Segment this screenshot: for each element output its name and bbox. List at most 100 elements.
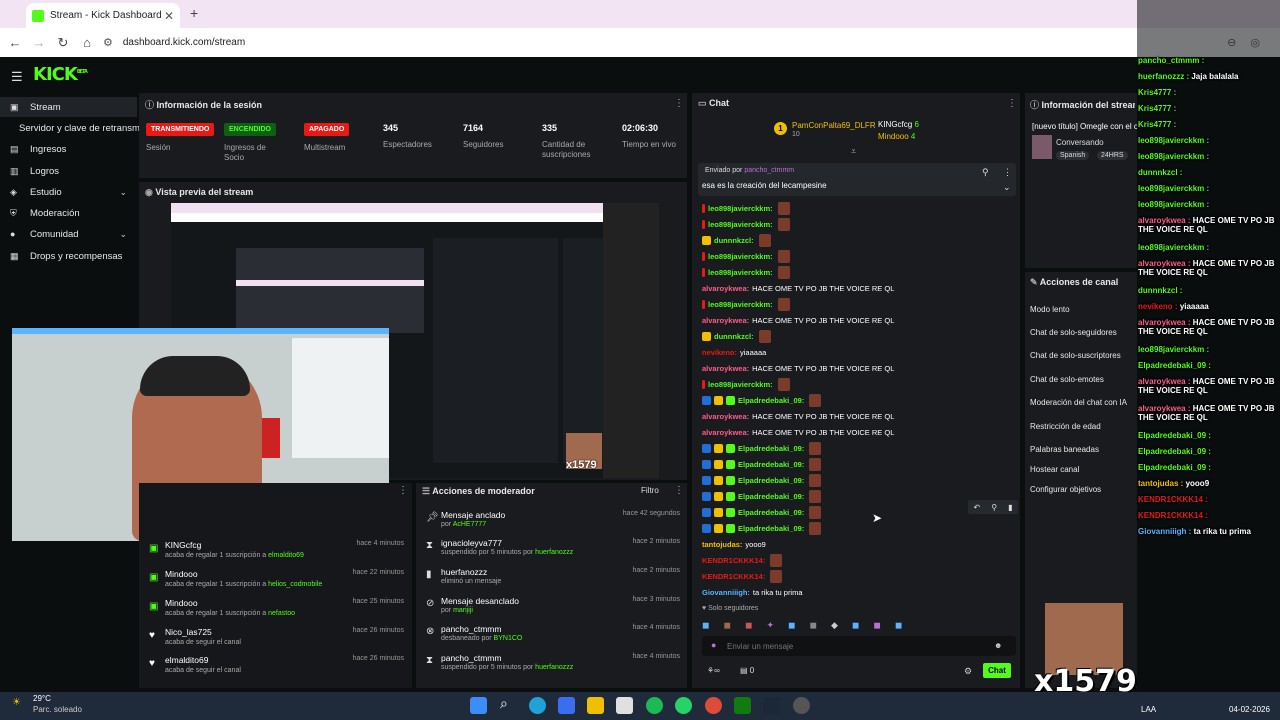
activity-target[interactable]: helios_codmobile <box>268 581 322 588</box>
chat-username[interactable]: alvaroykwea: <box>702 364 749 373</box>
whatsapp-icon[interactable] <box>675 697 692 714</box>
category-name[interactable]: Conversando <box>1056 138 1104 147</box>
browser-tab[interactable]: Stream - Kick Dashboard ✕ <box>26 3 180 28</box>
collapse-icon[interactable]: ⩡ <box>851 146 856 157</box>
chat-username[interactable]: KENDR1CKKK14: <box>702 572 765 581</box>
chat-menu-icon[interactable]: ⋮ <box>1007 98 1017 109</box>
xbox-icon[interactable] <box>734 697 751 714</box>
obs-icon[interactable] <box>793 697 810 714</box>
activity-user[interactable]: KINGcfcg <box>165 540 201 550</box>
filter-button[interactable]: Filtro <box>641 486 659 495</box>
chat-input[interactable] <box>727 640 967 652</box>
emoji-icon[interactable]: ☻ <box>994 641 1002 650</box>
chat-username[interactable]: Elpadredebaki_09: <box>738 444 804 453</box>
delete-icon[interactable]: ▮ <box>1008 503 1012 512</box>
chat-username[interactable]: leo898javierckkm: <box>708 252 773 261</box>
tag-spanish[interactable]: Spanish <box>1056 151 1090 160</box>
menu-icon[interactable]: ☰ <box>11 69 23 85</box>
chrome-icon[interactable] <box>705 697 722 714</box>
start-icon[interactable] <box>470 697 487 714</box>
home-icon[interactable]: ⌂ <box>75 35 99 50</box>
activity-menu-icon[interactable]: ⋮ <box>398 485 408 496</box>
kick-logo[interactable]: KICKBETA <box>33 64 88 85</box>
chat-username[interactable]: nevikeno: <box>702 348 737 357</box>
leader-1-name[interactable]: PamConPalta69_DLFR <box>792 121 876 130</box>
leader-2[interactable]: KINGcfcg 6 <box>878 120 919 129</box>
sidebar-item-ingresos[interactable]: ▤ Ingresos <box>0 139 137 159</box>
sidebar-item-drops[interactable]: ▦ Drops y recompensas <box>0 246 137 266</box>
explorer-icon[interactable] <box>587 697 604 714</box>
date[interactable]: 04-02-2026 <box>1229 705 1270 714</box>
mod-action-target[interactable]: BYN1CO <box>494 635 523 642</box>
emote-icon[interactable]: ◆ <box>831 620 838 631</box>
mod-action-target[interactable]: AcHE7777 <box>453 521 486 528</box>
chat-username[interactable]: alvaroykwea: <box>702 316 749 325</box>
mod-action-name[interactable]: ignacioleyva777 <box>441 538 502 548</box>
language-indicator[interactable]: LAA <box>1141 705 1156 714</box>
sidebar-item-estudio[interactable]: ◈ Estudio ⌄ <box>0 182 137 202</box>
emote-icon[interactable]: ◼ <box>873 620 880 631</box>
mod-action-target[interactable]: marijiji <box>453 607 473 614</box>
reload-icon[interactable]: ↻ <box>51 35 75 51</box>
pin-message-icon[interactable]: ⚲ <box>991 503 997 512</box>
emote-icon[interactable]: ◼ <box>809 620 816 631</box>
session-menu-icon[interactable]: ⋮ <box>674 98 684 109</box>
reply-icon[interactable]: ↶ <box>974 503 981 512</box>
search-icon[interactable]: ⌕ <box>500 695 508 712</box>
leader-3[interactable]: Mindooo 4 <box>878 132 915 141</box>
activity-target[interactable]: nefastoo <box>268 610 295 617</box>
emote-icon[interactable]: ✦ <box>766 620 774 631</box>
stream-title[interactable]: [nuevo título] Omegle con el chat <box>1032 122 1137 131</box>
send-chat-button[interactable]: Chat <box>983 663 1011 678</box>
weather-desc[interactable]: Parc. soleado <box>33 705 82 714</box>
chat-username[interactable]: Giovanniiigh: <box>702 588 750 597</box>
chat-username[interactable]: tantojudas: <box>702 540 742 549</box>
mod-action-target[interactable]: huerfanozzz <box>535 549 573 556</box>
emote-icon[interactable]: ◼ <box>723 620 730 631</box>
close-tab-icon[interactable]: ✕ <box>164 9 174 23</box>
new-tab-icon[interactable]: + <box>190 5 198 21</box>
activity-user[interactable]: Mindooo <box>165 569 198 579</box>
emote-icon[interactable]: ◼ <box>702 620 709 631</box>
steam-icon[interactable] <box>763 697 780 714</box>
mod-action-target[interactable]: huerfanozzz <box>535 664 573 671</box>
emote-icon[interactable]: ◼ <box>895 620 902 631</box>
chat-username[interactable]: Elpadredebaki_09: <box>738 508 804 517</box>
chat-username[interactable]: leo898javierckkm: <box>708 204 773 213</box>
chat-username[interactable]: leo898javierckkm: <box>708 380 773 389</box>
channel-action-goals[interactable]: Configurar objetivos <box>1030 485 1101 494</box>
mod-action-name[interactable]: pancho_ctmmm <box>441 653 501 663</box>
channel-action-banned-words[interactable]: Palabras baneadas <box>1030 445 1099 454</box>
chat-username[interactable]: dunnnkzcl: <box>714 332 754 341</box>
activity-user[interactable]: Nico_las725 <box>165 627 212 637</box>
chat-username[interactable]: leo898javierckkm: <box>708 268 773 277</box>
mod-action-name[interactable]: huerfanozzz <box>441 567 487 577</box>
activity-target[interactable]: elmaldito69 <box>268 552 304 559</box>
chat-username[interactable]: Elpadredebaki_09: <box>738 476 804 485</box>
back-icon[interactable]: ← <box>3 35 27 50</box>
tag-24hrs[interactable]: 24HRS <box>1097 151 1128 160</box>
channel-action-ai-moderation[interactable]: Moderación del chat con IA <box>1030 398 1127 407</box>
chat-username[interactable]: Elpadredebaki_09: <box>738 396 804 405</box>
edge-icon[interactable] <box>529 697 546 714</box>
activity-user[interactable]: Mindooo <box>165 598 198 608</box>
chat-username[interactable]: alvaroykwea: <box>702 428 749 437</box>
chat-username[interactable]: KENDR1CKKK14: <box>702 556 765 565</box>
more-icon[interactable]: ⋮ <box>1003 167 1012 178</box>
channel-action-followers-only[interactable]: Chat de solo-seguidores <box>1030 328 1117 337</box>
mod-action-name[interactable]: pancho_ctmmm <box>441 624 501 634</box>
emote-icon[interactable]: ◼ <box>745 620 752 631</box>
chat-username[interactable]: Elpadredebaki_09: <box>738 460 804 469</box>
channel-action-host[interactable]: Hostear canal <box>1030 465 1079 474</box>
mic-icon[interactable]: ● <box>711 640 716 650</box>
channel-action-emotes-only[interactable]: Chat de solo-emotes <box>1030 375 1104 384</box>
spotify-icon[interactable] <box>646 697 663 714</box>
chat-username[interactable]: alvaroykwea: <box>702 284 749 293</box>
sidebar-item-stream[interactable]: ▣ Stream <box>0 97 137 117</box>
channel-action-age-restriction[interactable]: Restricción de edad <box>1030 422 1101 431</box>
emote-icon[interactable]: ◼ <box>852 620 859 631</box>
chat-username[interactable]: Elpadredebaki_09: <box>738 524 804 533</box>
sidebar-item-logros[interactable]: ▥ Logros <box>0 161 137 181</box>
pin-icon[interactable]: ⚲ <box>982 167 989 178</box>
mod-actions-menu-icon[interactable]: ⋮ <box>674 485 684 496</box>
